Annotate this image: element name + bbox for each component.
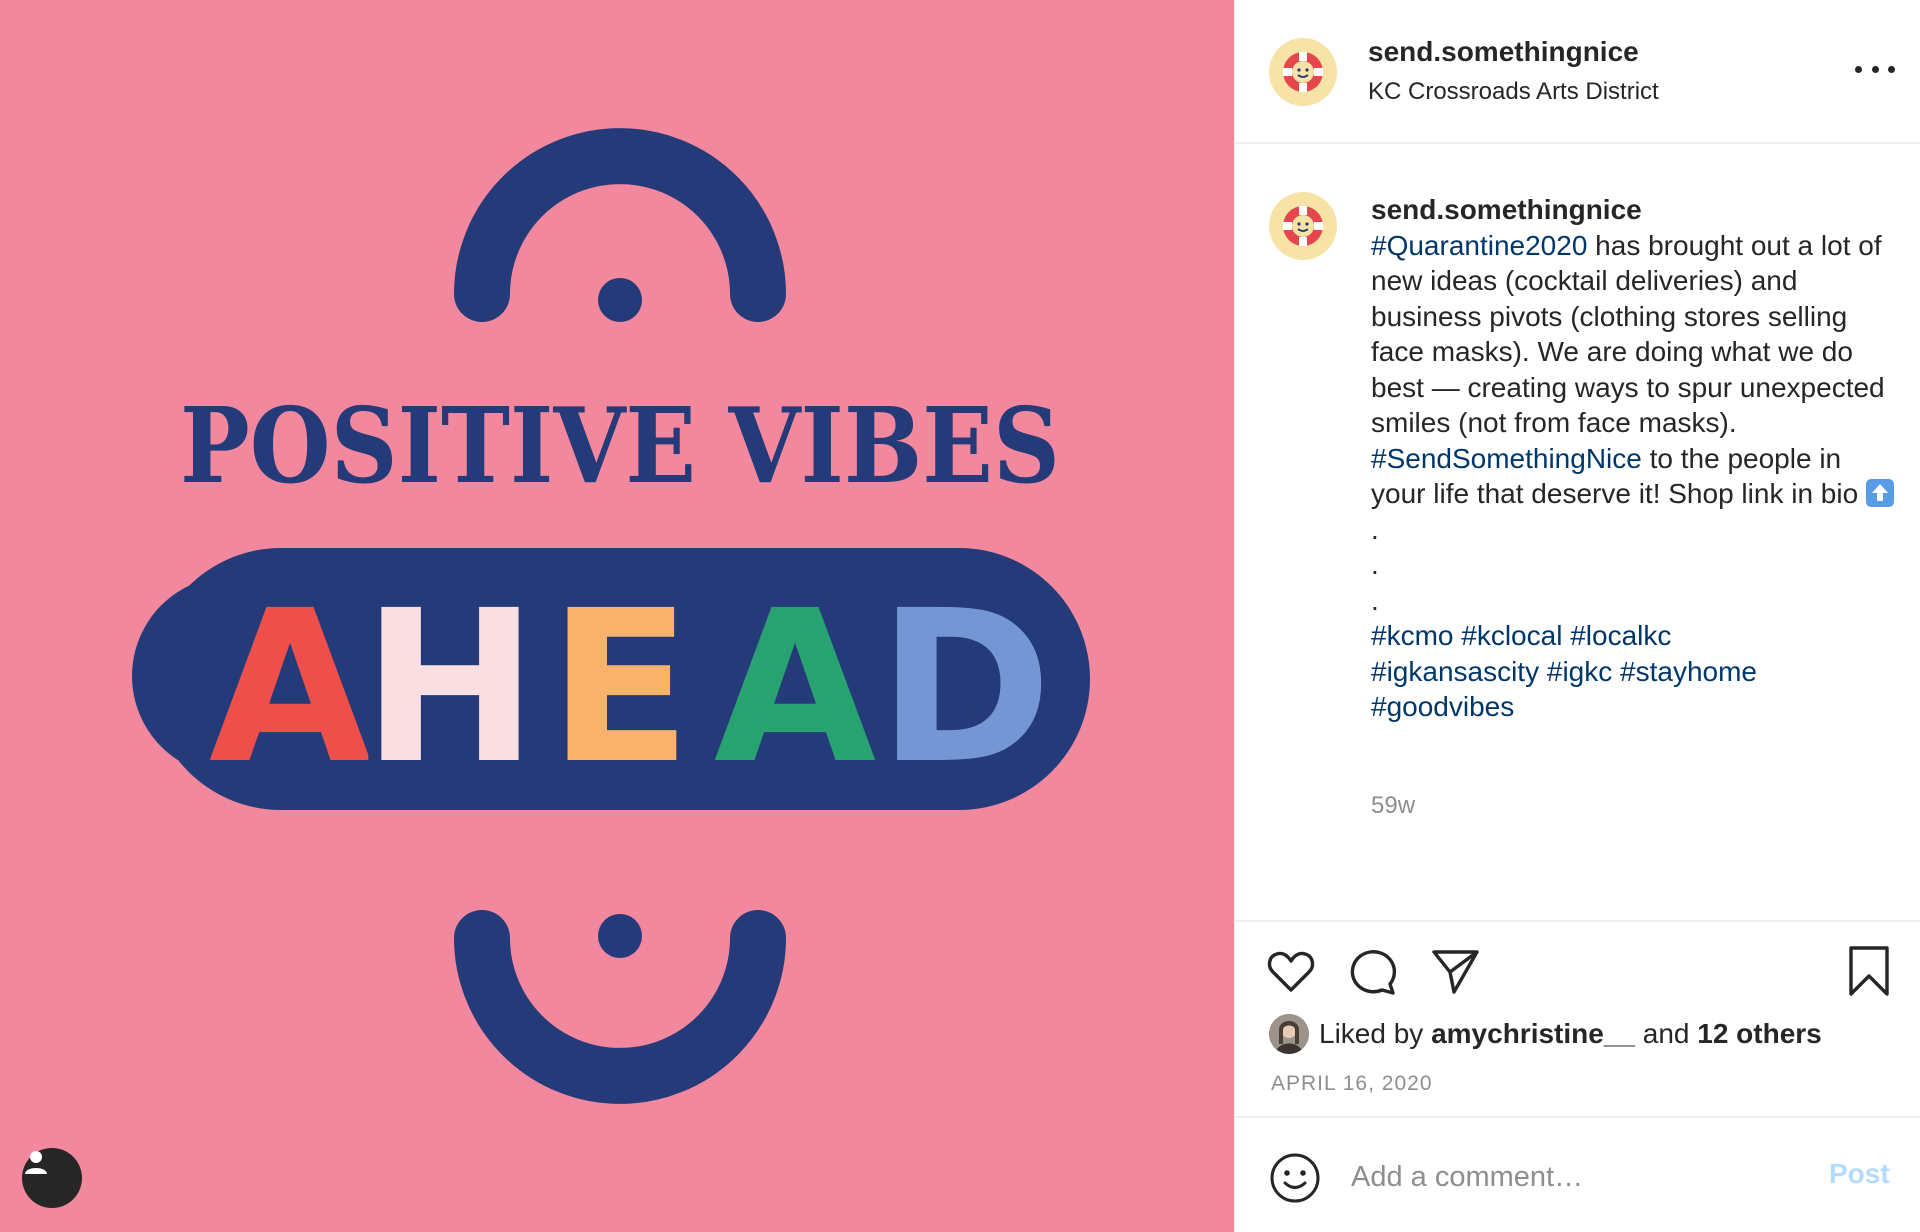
post-image[interactable]: POSITIVE VIBES A H E A D (0, 0, 1234, 1232)
caption-username[interactable]: send.somethingnice (1371, 192, 1901, 228)
ahead-letter-e: E (548, 565, 691, 810)
liker-avatar[interactable] (1269, 1014, 1309, 1054)
hashtag-link[interactable]: #goodvibes (1371, 691, 1514, 722)
ahead-wordmark: A H E A D (132, 548, 1090, 823)
caption-dot: . (1371, 549, 1379, 580)
emoji-smiley-icon (1270, 1153, 1320, 1203)
hashtag-link[interactable]: #stayhome (1620, 656, 1757, 687)
share-button[interactable] (1429, 946, 1481, 998)
headline-text: POSITIVE VIBES (180, 384, 1060, 507)
like-button[interactable] (1265, 946, 1317, 998)
ahead-letter-d: D (878, 565, 1052, 810)
bookmark-icon (1849, 946, 1889, 996)
hashtag-link[interactable]: #SendSomethingNice (1371, 443, 1642, 474)
hashtag-link[interactable]: #igkc (1547, 656, 1612, 687)
bottom-arc-graphic (454, 910, 786, 1104)
post-actions-bar (1265, 946, 1895, 998)
ahead-letter-a1: A (209, 565, 372, 810)
top-arc-dot (598, 278, 642, 322)
post-caption: send.somethingnice #Quarantine2020 has b… (1371, 192, 1901, 725)
liker-photo (1269, 1014, 1309, 1054)
post-header: send.somethingnice KC Crossroads Arts Di… (1235, 0, 1920, 144)
post-artwork: POSITIVE VIBES A H E A D (132, 128, 1090, 1104)
emoji-picker-button[interactable] (1269, 1152, 1321, 1204)
likes-prefix: Liked by (1319, 1018, 1432, 1049)
header-username[interactable]: send.somethingnice (1368, 36, 1639, 68)
add-comment-bar: Post (1235, 1116, 1920, 1232)
top-arc-graphic (454, 128, 786, 322)
post-sidebar: send.somethingnice KC Crossroads Arts Di… (1234, 0, 1920, 1232)
life-ring-smiley-icon (1283, 206, 1323, 246)
instagram-post-view: POSITIVE VIBES A H E A D send.somethingn… (0, 0, 1920, 1232)
caption-hashtags: #kcmo #kclocal #localkc #igkansascity #i… (1371, 618, 1901, 725)
share-icon (1432, 950, 1479, 994)
hashtag-link[interactable]: #Quarantine2020 (1371, 230, 1587, 261)
caption-timestamp[interactable]: 59w (1371, 792, 1415, 820)
ahead-letter-a2: A (714, 565, 877, 810)
user-tag-icon (25, 1151, 47, 1174)
life-ring-smiley-icon (1283, 52, 1323, 92)
caption-dot: . (1371, 513, 1379, 545)
more-options-button[interactable] (1855, 54, 1895, 84)
actions-divider (1235, 920, 1920, 922)
heart-icon (1267, 951, 1315, 992)
hashtag-link[interactable]: #localkc (1570, 620, 1671, 651)
header-location[interactable]: KC Crossroads Arts District (1368, 78, 1659, 106)
caption-body: #Quarantine2020 has brought out a lot of… (1371, 228, 1901, 512)
comment-button[interactable] (1347, 946, 1399, 998)
comment-icon (1350, 950, 1397, 995)
up-arrow-emoji (1865, 479, 1894, 507)
likes-middle: and (1634, 1018, 1698, 1049)
post-comment-button[interactable]: Post (1829, 1158, 1890, 1190)
more-options-icon (1855, 65, 1862, 73)
hashtag-link[interactable]: #kclocal (1461, 620, 1562, 651)
comment-input[interactable] (1351, 1154, 1791, 1200)
save-button[interactable] (1843, 946, 1895, 998)
hashtag-link[interactable]: #kcmo (1371, 620, 1453, 651)
caption-dot: . (1371, 584, 1379, 616)
tag-people-button[interactable] (22, 1148, 82, 1208)
caption-avatar[interactable] (1269, 192, 1337, 260)
likes-others-link[interactable]: 12 others (1697, 1018, 1822, 1050)
post-date[interactable]: APRIL 16, 2020 (1271, 1072, 1433, 1096)
hashtag-link[interactable]: #igkansascity (1371, 656, 1539, 687)
liker-username[interactable]: amychristine__ (1431, 1018, 1635, 1050)
likes-summary: Liked by amychristine__ and 12 others (1269, 1012, 1822, 1056)
bottom-arc-dot (598, 914, 642, 958)
profile-avatar[interactable] (1269, 38, 1337, 106)
ahead-letter-h: H (362, 565, 538, 810)
